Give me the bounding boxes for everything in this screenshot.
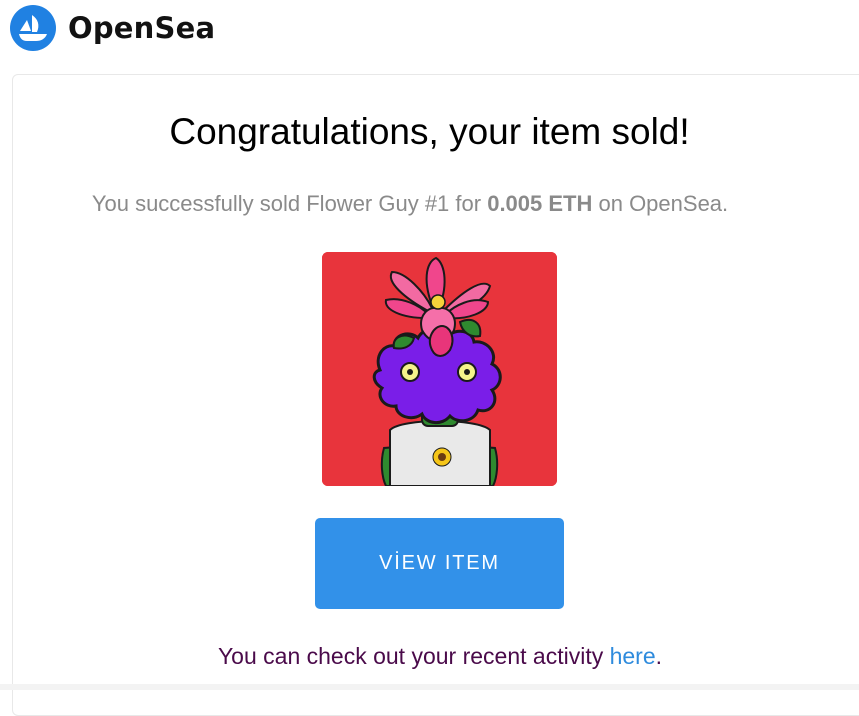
flower-guy-nft-image (322, 252, 557, 486)
sale-price: 0.005 ETH (487, 191, 593, 216)
recent-activity-link[interactable]: here (610, 643, 656, 669)
opensea-header: OpenSea (10, 5, 215, 51)
view-item-button[interactable]: VİEW ITEM (315, 518, 564, 609)
sale-summary: You successfully sold Flower Guy #1 for … (0, 191, 820, 217)
recent-activity-text: You can check out your recent activity h… (0, 643, 859, 670)
footer-divider (0, 684, 859, 690)
sale-summary-text: You successfully sold Flower Guy #1 for (91, 191, 488, 216)
opensea-boat-icon[interactable] (10, 5, 56, 51)
sale-summary-suffix: on OpenSea. (592, 191, 729, 216)
page-title: Congratulations, your item sold! (169, 111, 690, 152)
recent-activity-label: You can check out your recent activity (217, 643, 610, 669)
brand-name[interactable]: OpenSea (68, 11, 215, 45)
recent-activity-period: . (655, 643, 663, 669)
nft-image[interactable] (322, 252, 557, 486)
